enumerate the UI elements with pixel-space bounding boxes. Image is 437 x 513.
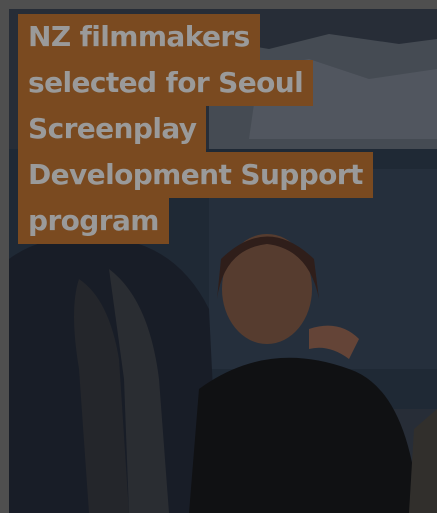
headline-line-3[interactable]: Screenplay [18, 106, 207, 152]
headline-line-5[interactable]: program [18, 198, 169, 244]
article-headline[interactable]: NZ filmmakers selected for Seoul Screenp… [18, 14, 408, 244]
headline-line-1[interactable]: NZ filmmakers [18, 14, 260, 60]
article-card[interactable]: NZ filmmakers selected for Seoul Screenp… [0, 0, 437, 513]
headline-line-4[interactable]: Development Support [18, 152, 373, 198]
headline-line-2[interactable]: selected for Seoul [18, 60, 314, 106]
